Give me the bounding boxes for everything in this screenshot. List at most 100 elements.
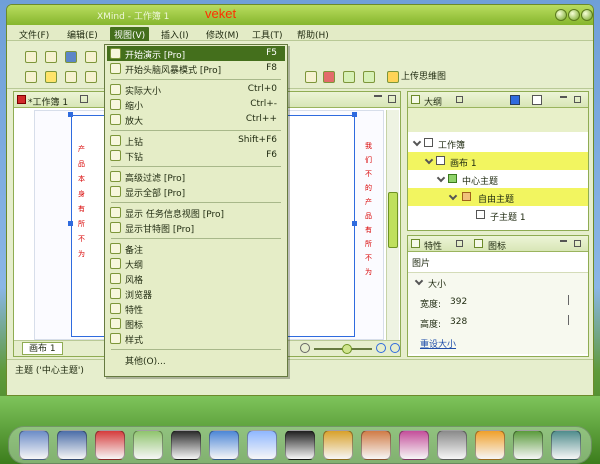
- menu-insert[interactable]: 插入(I): [157, 27, 193, 42]
- height-input[interactable]: 328: [450, 317, 467, 327]
- view-menu-item[interactable]: 备注: [107, 241, 285, 256]
- view-menu-item[interactable]: 样式: [107, 331, 285, 346]
- paint-icon[interactable]: [19, 430, 49, 460]
- scroll-thumb[interactable]: [388, 192, 398, 248]
- relationship-icon[interactable]: [85, 71, 97, 83]
- menu-tools[interactable]: 工具(T): [248, 27, 287, 42]
- zoom-in-icon[interactable]: [376, 343, 386, 353]
- close-outline-icon[interactable]: [456, 96, 463, 103]
- width-stepper[interactable]: [568, 295, 574, 305]
- view-menu-item[interactable]: 上钻 Shift+F6: [107, 133, 285, 148]
- bulb-icon[interactable]: [45, 71, 57, 83]
- cable-icon[interactable]: [437, 430, 467, 460]
- notes-icon[interactable]: [133, 430, 163, 460]
- maximize-button[interactable]: [568, 9, 580, 21]
- title-bar[interactable]: XMind - 工作簿 1 veket: [7, 5, 593, 25]
- close-button[interactable]: [581, 9, 593, 21]
- sheet-tab-1[interactable]: 画布 1: [22, 342, 63, 355]
- selection-handle[interactable]: [352, 112, 357, 117]
- zoom-slider-knob[interactable]: [342, 344, 352, 354]
- expand-icon[interactable]: [448, 191, 458, 201]
- fit-map-icon[interactable]: [390, 343, 400, 353]
- summary-icon[interactable]: [323, 71, 335, 83]
- width-input[interactable]: 392: [450, 297, 467, 307]
- view-menu-item[interactable]: 显示甘特图 [Pro]: [107, 220, 285, 235]
- outline-row-free-topic[interactable]: 自由主题: [408, 188, 588, 206]
- view-menu-item[interactable]: 实际大小 Ctrl+0: [107, 82, 285, 97]
- minimize-button[interactable]: [555, 9, 567, 21]
- reset-size-link[interactable]: 重设大小: [420, 337, 456, 350]
- boundary-icon[interactable]: [305, 71, 317, 83]
- tux-icon[interactable]: [285, 430, 315, 460]
- open-file-icon[interactable]: [45, 51, 57, 63]
- selection-handle[interactable]: [68, 221, 73, 226]
- minimize-view-icon[interactable]: [374, 95, 382, 103]
- media-player-icon[interactable]: [171, 430, 201, 460]
- camera-icon[interactable]: [551, 430, 581, 460]
- selection-handle[interactable]: [352, 221, 357, 226]
- users-icon[interactable]: [247, 430, 277, 460]
- selection-handle[interactable]: [68, 112, 73, 117]
- maximize-view-icon[interactable]: [388, 95, 396, 103]
- upload-icon[interactable]: [387, 71, 399, 83]
- outline-row-sheet[interactable]: 画布 1: [408, 152, 588, 170]
- subtopic-icon[interactable]: [65, 71, 77, 83]
- menu-help[interactable]: 帮助(H): [293, 27, 333, 42]
- menu-file[interactable]: 文件(F): [15, 27, 53, 42]
- view-menu-item[interactable]: 开始头脑风暴模式 [Pro] F8: [107, 61, 285, 76]
- filter-icon: [110, 171, 121, 182]
- outline-toggle-icon[interactable]: [510, 95, 520, 105]
- outline-row-central-topic[interactable]: 中心主题: [408, 170, 588, 188]
- close-properties-icon[interactable]: [456, 240, 463, 247]
- menu-edit[interactable]: 编辑(E): [63, 27, 102, 42]
- expand-icon[interactable]: [412, 137, 422, 147]
- paint-tool-icon[interactable]: [475, 430, 505, 460]
- height-stepper[interactable]: [568, 315, 574, 325]
- print-icon[interactable]: [85, 51, 97, 63]
- monitor-icon[interactable]: [57, 430, 87, 460]
- view-menu-item[interactable]: 缩小 Ctrl+-: [107, 97, 285, 112]
- save-icon[interactable]: [65, 51, 77, 63]
- maximize-properties-icon[interactable]: [574, 240, 581, 247]
- recycle-icon[interactable]: [513, 430, 543, 460]
- vertical-scrollbar[interactable]: [386, 110, 399, 340]
- expand-icon[interactable]: [436, 173, 446, 183]
- view-menu-item[interactable]: 下钻 F6: [107, 148, 285, 163]
- view-menu-item[interactable]: 显示 任务信息视图 [Pro]: [107, 205, 285, 220]
- drill-icon[interactable]: [343, 71, 355, 83]
- view-menu-item[interactable]: 开始演示 [Pro] F5: [107, 46, 285, 61]
- tab-markers[interactable]: 图标: [488, 239, 506, 252]
- editor-tab[interactable]: *工作簿 1: [28, 95, 68, 108]
- menu-modify[interactable]: 修改(M): [202, 27, 243, 42]
- pet-icon[interactable]: [95, 430, 125, 460]
- minimize-properties-icon[interactable]: [560, 240, 567, 247]
- drill-up-icon[interactable]: [363, 71, 375, 83]
- zoom-out-icon[interactable]: [300, 343, 310, 353]
- tab-properties[interactable]: 特性: [424, 239, 442, 252]
- view-menu-item[interactable]: 显示全部 [Pro]: [107, 184, 285, 199]
- image-viewer-icon[interactable]: [361, 430, 391, 460]
- menu-view[interactable]: 视图(V): [110, 27, 150, 42]
- view-menu-item[interactable]: 其他(O)...: [107, 352, 285, 367]
- media-icon[interactable]: [209, 430, 239, 460]
- view-menu-item[interactable]: 浏览器: [107, 286, 285, 301]
- art-icon[interactable]: [399, 430, 429, 460]
- collapse-icon[interactable]: [414, 276, 424, 286]
- maximize-outline-icon[interactable]: [574, 96, 581, 103]
- view-menu-item[interactable]: 放大 Ctrl++: [107, 112, 285, 127]
- close-tab-icon[interactable]: [80, 95, 88, 103]
- view-menu-item[interactable]: 图标: [107, 316, 285, 331]
- view-menu-item[interactable]: 高级过滤 [Pro]: [107, 169, 285, 184]
- expand-icon[interactable]: [424, 155, 434, 165]
- view-menu-item[interactable]: 特性: [107, 301, 285, 316]
- topic-icon[interactable]: [25, 71, 37, 83]
- outline-row-subtopic[interactable]: 子主题 1: [408, 206, 588, 224]
- outline-toggle-icon[interactable]: [532, 95, 542, 105]
- upload-map-button[interactable]: 上传思维图: [401, 69, 446, 82]
- minimize-outline-icon[interactable]: [560, 96, 567, 103]
- outline-row-workbook[interactable]: 工作簿: [408, 134, 588, 152]
- view-menu-item[interactable]: 大纲: [107, 256, 285, 271]
- new-file-icon[interactable]: [25, 51, 37, 63]
- view-menu-item[interactable]: 风格: [107, 271, 285, 286]
- folder-icon[interactable]: [323, 430, 353, 460]
